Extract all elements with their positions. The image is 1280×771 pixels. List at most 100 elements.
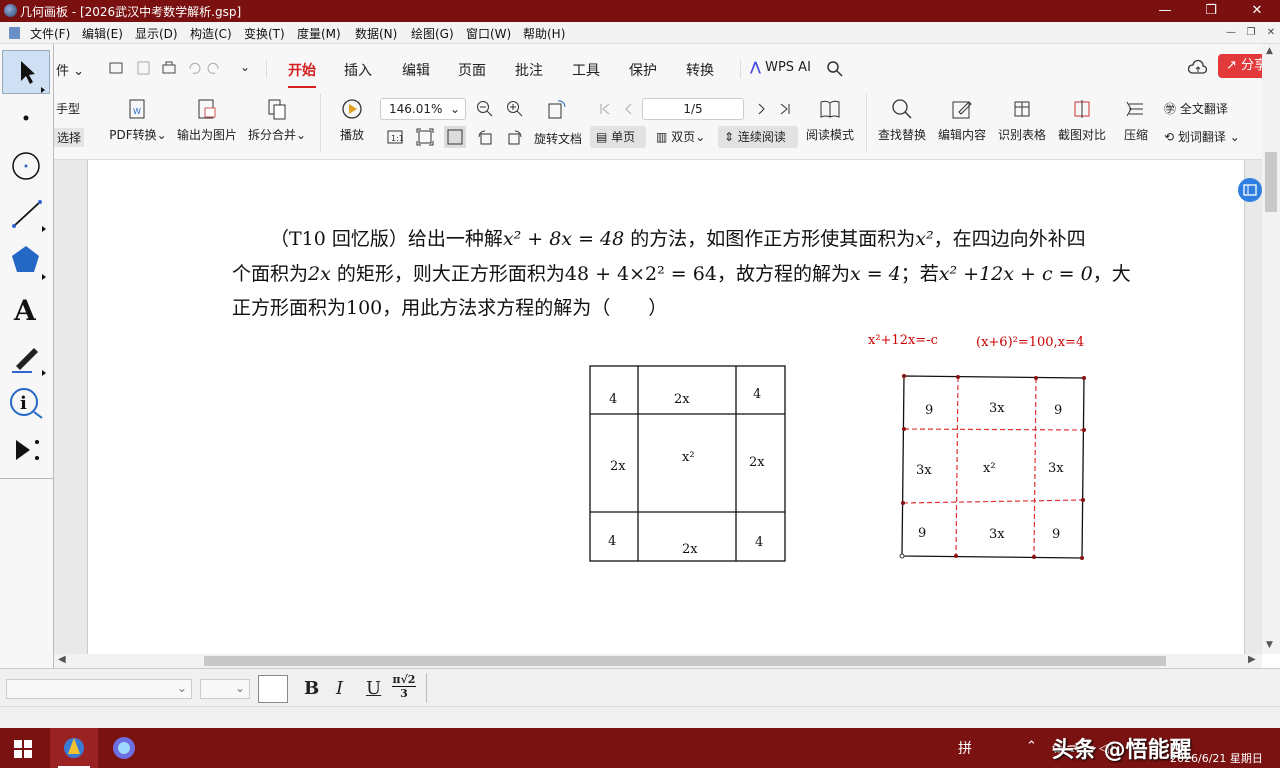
- document-page[interactable]: （T10 回忆版）给出一种解x² + 8x = 48 的方法，如图作正方形使其面…: [87, 160, 1262, 654]
- menu-transform[interactable]: 变换(T): [244, 25, 285, 42]
- edit-content-button[interactable]: 编辑内容: [936, 98, 988, 143]
- custom-tool[interactable]: [2, 428, 50, 472]
- play-button[interactable]: 播放: [334, 98, 370, 143]
- tab-insert[interactable]: 插入: [344, 60, 372, 80]
- mdi-restore-button[interactable]: ❐: [1242, 25, 1260, 41]
- pdf-convert-button[interactable]: W PDF转换⌄: [108, 98, 168, 143]
- upload-cloud-icon[interactable]: [1188, 59, 1208, 77]
- tab-tools[interactable]: 工具: [572, 60, 600, 80]
- annotation-equation-1[interactable]: x²+12x=-c: [868, 333, 938, 348]
- taskbar-app-browser[interactable]: [100, 728, 148, 768]
- horizontal-scroll-thumb[interactable]: [204, 656, 1166, 666]
- mdi-close-button[interactable]: ✕: [1262, 25, 1280, 41]
- mdi-minimize-button[interactable]: —: [1222, 25, 1240, 41]
- minimize-button[interactable]: —: [1142, 0, 1188, 22]
- text-color-button[interactable]: [258, 675, 288, 703]
- hand-tool-button[interactable]: 手型: [56, 100, 80, 117]
- quick-access-icons[interactable]: [108, 60, 228, 78]
- font-family-select[interactable]: ⌄: [6, 679, 192, 699]
- more-chevron-icon[interactable]: ⌄: [240, 60, 250, 74]
- share-icon: ↗: [1226, 58, 1237, 73]
- continuous-read-button[interactable]: ⇕ 连续阅读: [718, 126, 798, 148]
- wps-ai-button[interactable]: ⋀ WPS AI: [750, 60, 811, 75]
- floating-side-button[interactable]: [1238, 178, 1262, 202]
- figure-1-square[interactable]: 4 2x 4 2x x² 2x 4 2x 4: [588, 363, 788, 563]
- actual-size-icon[interactable]: 1:1: [386, 128, 404, 146]
- rotate-right-icon[interactable]: [506, 128, 524, 146]
- scroll-down-icon[interactable]: ▼: [1266, 640, 1273, 650]
- zoom-select[interactable]: 146.01% ⌄: [380, 98, 466, 120]
- scroll-left-icon[interactable]: ◀: [58, 654, 66, 665]
- tab-annotate[interactable]: 批注: [515, 60, 543, 80]
- menu-graph[interactable]: 绘图(G): [411, 25, 454, 42]
- first-page-icon[interactable]: [598, 102, 612, 116]
- tab-home[interactable]: 开始: [288, 60, 316, 88]
- screenshot-compare-button[interactable]: 截图对比: [1056, 98, 1108, 143]
- ime-indicator[interactable]: 拼: [958, 738, 972, 758]
- annotation-equation-2[interactable]: (x+6)²=100,x=4: [976, 335, 1084, 350]
- tab-edit[interactable]: 编辑: [402, 60, 430, 80]
- marker-tool[interactable]: [2, 334, 50, 378]
- tab-convert[interactable]: 转换: [686, 60, 714, 80]
- fit-width-icon[interactable]: [444, 126, 466, 148]
- rotate-doc-icon[interactable]: [546, 98, 568, 120]
- menu-display[interactable]: 显示(D): [135, 25, 178, 42]
- figure-2-square[interactable]: 9 3x 9 3x x² 3x 9 3x 9: [898, 370, 1098, 566]
- rotate-left-icon[interactable]: [476, 128, 494, 146]
- last-page-icon[interactable]: [778, 102, 792, 116]
- menu-window[interactable]: 窗口(W): [466, 25, 511, 42]
- fit-page-icon[interactable]: [416, 128, 434, 146]
- file-tab[interactable]: 件 ⌄: [56, 60, 84, 79]
- single-page-button[interactable]: ▤ 单页: [590, 126, 646, 148]
- find-replace-button[interactable]: 查找替换: [876, 98, 928, 143]
- bold-button[interactable]: B: [304, 678, 319, 699]
- scroll-right-icon[interactable]: ▶: [1248, 654, 1256, 665]
- taskbar-app-sketchpad[interactable]: [50, 728, 98, 768]
- tray-chevron-icon[interactable]: ⌃: [1026, 739, 1037, 754]
- rotate-doc-button[interactable]: 旋转文档: [534, 130, 582, 147]
- recognize-table-button[interactable]: 识别表格: [996, 98, 1048, 143]
- next-page-icon[interactable]: [754, 102, 768, 116]
- book-icon: [820, 100, 840, 118]
- menu-measure[interactable]: 度量(M): [297, 25, 341, 42]
- zoom-in-icon[interactable]: [506, 100, 524, 118]
- select-tool-button[interactable]: 选择: [54, 128, 85, 147]
- vertical-scrollbar[interactable]: ▲ ▼: [1262, 44, 1280, 654]
- prev-page-icon[interactable]: [622, 102, 636, 116]
- close-button[interactable]: ✕: [1234, 0, 1280, 22]
- menu-data[interactable]: 数据(N): [355, 25, 397, 42]
- reading-mode-button[interactable]: 阅读模式: [800, 98, 860, 143]
- tab-page[interactable]: 页面: [458, 60, 486, 80]
- polygon-tool[interactable]: [2, 238, 50, 282]
- scroll-up-icon[interactable]: ▲: [1266, 46, 1273, 56]
- math-format-button[interactable]: π√2 3: [392, 673, 416, 703]
- compass-tool[interactable]: [2, 144, 50, 188]
- split-merge-button[interactable]: 拆分合并⌄: [246, 98, 308, 143]
- segment-tool[interactable]: [2, 190, 50, 234]
- menu-file[interactable]: 文件(F): [30, 25, 70, 42]
- arrow-tool[interactable]: [2, 50, 50, 94]
- page-number-input[interactable]: 1/5: [642, 98, 744, 120]
- font-size-select[interactable]: ⌄: [200, 679, 250, 699]
- horizontal-scrollbar[interactable]: ◀ ▶: [54, 654, 1262, 668]
- menu-help[interactable]: 帮助(H): [523, 25, 565, 42]
- point-tool[interactable]: [2, 98, 50, 142]
- maximize-button[interactable]: ❐: [1188, 0, 1234, 22]
- double-page-button[interactable]: ▥ 双页⌄: [652, 126, 714, 148]
- zoom-out-icon[interactable]: [476, 100, 494, 118]
- vertical-scroll-thumb[interactable]: [1265, 152, 1277, 212]
- clock-date[interactable]: 2026/6/21 星期日: [1170, 750, 1263, 766]
- windows-start-icon[interactable]: [14, 740, 32, 758]
- compress-button[interactable]: 压缩: [1120, 98, 1152, 143]
- full-translate-button[interactable]: ㊫ 全文翻译: [1164, 100, 1228, 117]
- info-tool[interactable]: i: [2, 380, 50, 424]
- tab-protect[interactable]: 保护: [629, 60, 657, 80]
- export-image-button[interactable]: 输出为图片: [174, 98, 240, 143]
- word-translate-button[interactable]: ⟲ 划词翻译 ⌄: [1164, 128, 1240, 145]
- text-tool[interactable]: A: [2, 286, 50, 330]
- menu-construct[interactable]: 构造(C): [190, 25, 232, 42]
- italic-button[interactable]: I: [336, 678, 343, 699]
- underline-button[interactable]: U: [366, 678, 381, 699]
- search-icon[interactable]: [826, 60, 844, 78]
- menu-edit[interactable]: 编辑(E): [82, 25, 123, 42]
